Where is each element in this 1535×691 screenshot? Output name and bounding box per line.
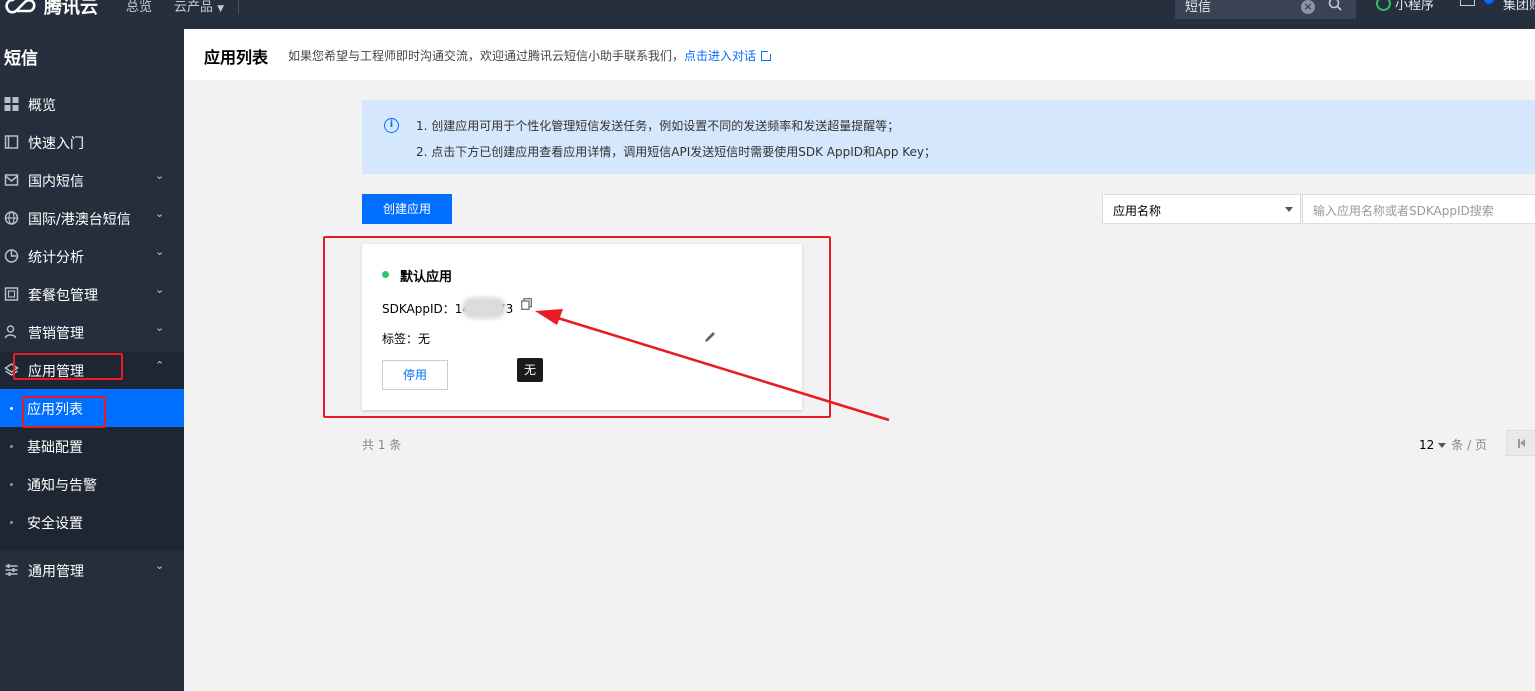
create-app-button[interactable]: 创建应用: [362, 194, 452, 224]
annotation-box-app-card: [323, 236, 831, 418]
cloud-logo-icon: [5, 0, 36, 14]
page-size-unit: 条 / 页: [1451, 438, 1487, 452]
sidebar-item-overview[interactable]: 概览: [0, 85, 184, 123]
top-search-input[interactable]: 短信 ×: [1175, 0, 1356, 19]
top-bar: 腾讯云 总览 云产品 ▼ 短信 × 小程序 集团账号: [0, 0, 1535, 29]
chevron-down-icon: ⌄: [155, 283, 165, 296]
brand-name: 腾讯云: [44, 0, 98, 18]
sliders-icon: [5, 564, 18, 576]
info-icon: i: [384, 118, 399, 133]
page-header: 应用列表 如果您希望与工程师即时沟通交流，欢迎通过腾讯云短信小助手联系我们，点击…: [184, 29, 1535, 80]
sidebar-subitem-label: 基础配置: [27, 440, 83, 456]
book-icon: [4, 135, 19, 149]
chevron-down-icon: ⌄: [155, 169, 165, 182]
annotation-box-app-management: [13, 353, 123, 380]
mini-program-label: 小程序: [1395, 0, 1435, 13]
tip-line: 2. 点击下方已创建应用查看应用详情，调用短信API发送短信时需要使用SDK A…: [416, 145, 937, 159]
sidebar-item-label: 概览: [28, 98, 56, 114]
chevron-up-icon: ⌃: [155, 359, 165, 372]
tip-line: 1. 创建应用可用于个性化管理短信发送任务，例如设置不同的发送频率和发送超量提醒…: [416, 119, 900, 133]
search-icon[interactable]: [1328, 0, 1342, 11]
bullet: [10, 445, 13, 448]
app-search-input[interactable]: 输入应用名称或者SDKAppID搜索: [1302, 194, 1535, 224]
caret-down-icon: [1285, 207, 1293, 212]
sidebar-item-label: 套餐包管理: [28, 288, 98, 304]
page-size-value: 12: [1419, 438, 1435, 452]
sidebar-item-statistics[interactable]: 统计分析 ⌄: [0, 237, 184, 275]
globe-icon: [4, 211, 19, 225]
sidebar-item-label: 国际/港澳台短信: [28, 212, 131, 228]
info-tip: i 1. 创建应用可用于个性化管理短信发送任务，例如设置不同的发送频率和发送超量…: [362, 100, 1535, 174]
mail-icon: [4, 174, 19, 186]
notification-badge: [1484, 0, 1494, 4]
clear-icon[interactable]: ×: [1301, 0, 1315, 14]
package-icon: [4, 287, 19, 301]
chevron-down-icon: ⌄: [155, 207, 165, 220]
sidebar-item-label: 营销管理: [28, 326, 84, 342]
bullet: [10, 521, 13, 524]
pie-chart-icon: [4, 249, 19, 263]
dashboard-icon: [4, 97, 19, 111]
sidebar-item-quickstart[interactable]: 快速入门: [0, 123, 184, 161]
sidebar-subitem-alerts[interactable]: 通知与告警: [0, 465, 184, 503]
annotation-box-app-list: [22, 396, 106, 428]
page-description: 如果您希望与工程师即时沟通交流，欢迎通过腾讯云短信小助手联系我们，点击进入对话: [288, 47, 774, 64]
sidebar-subitem-security[interactable]: 安全设置: [0, 503, 184, 541]
sidebar-item-intl-sms[interactable]: 国际/港澳台短信 ⌄: [0, 199, 184, 237]
sidebar-subitem-label: 通知与告警: [27, 478, 97, 494]
page-size-select[interactable]: 12 条 / 页: [1419, 436, 1487, 453]
chat-link[interactable]: 点击进入对话: [684, 49, 756, 63]
nav-overview[interactable]: 总览: [126, 0, 152, 15]
sidebar-item-label: 快速入门: [28, 136, 84, 152]
sidebar-title: 短信: [4, 49, 38, 69]
sidebar-item-package[interactable]: 套餐包管理 ⌄: [0, 275, 184, 313]
sidebar-item-domestic-sms[interactable]: 国内短信 ⌄: [0, 161, 184, 199]
sidebar-item-label: 统计分析: [28, 250, 84, 266]
mini-program-icon: [1376, 0, 1391, 11]
caret-down-icon: [1438, 443, 1447, 448]
mini-program-link[interactable]: 小程序: [1376, 0, 1434, 13]
chevron-down-icon: ⌄: [155, 245, 165, 258]
sidebar-item-marketing[interactable]: 营销管理 ⌄: [0, 313, 184, 351]
description-text: 如果您希望与工程师即时沟通交流，欢迎通过腾讯云短信小助手联系我们，: [288, 49, 685, 63]
mail-icon[interactable]: [1460, 0, 1475, 6]
first-page-button[interactable]: [1506, 430, 1535, 456]
bullet: [10, 407, 13, 410]
nav-products[interactable]: 云产品 ▼: [174, 0, 224, 15]
filter-select[interactable]: 应用名称: [1102, 194, 1301, 224]
chevron-down-icon: ⌄: [155, 559, 165, 572]
divider: [238, 0, 239, 14]
first-page-arrow: [1520, 439, 1525, 447]
sidebar-subitem-basic-config[interactable]: 基础配置: [0, 427, 184, 465]
logo[interactable]: 腾讯云: [4, 0, 98, 19]
bullet: [10, 483, 13, 486]
page-title: 应用列表: [204, 48, 269, 67]
total-count: 共 1 条: [362, 438, 402, 452]
caret-down-icon: ▼: [217, 4, 225, 14]
sidebar-item-label: 通用管理: [28, 564, 84, 580]
group-account[interactable]: 集团账号: [1503, 0, 1535, 13]
chevron-down-icon: ⌄: [155, 321, 165, 334]
sidebar-item-label: 国内短信: [28, 174, 84, 190]
sidebar-item-general[interactable]: 通用管理 ⌄: [0, 551, 184, 589]
external-link-icon[interactable]: [761, 49, 774, 61]
users-icon: [4, 325, 17, 339]
filter-select-value: 应用名称: [1113, 204, 1162, 218]
search-value: 短信: [1185, 0, 1212, 15]
sidebar-subitem-label: 安全设置: [27, 516, 83, 532]
